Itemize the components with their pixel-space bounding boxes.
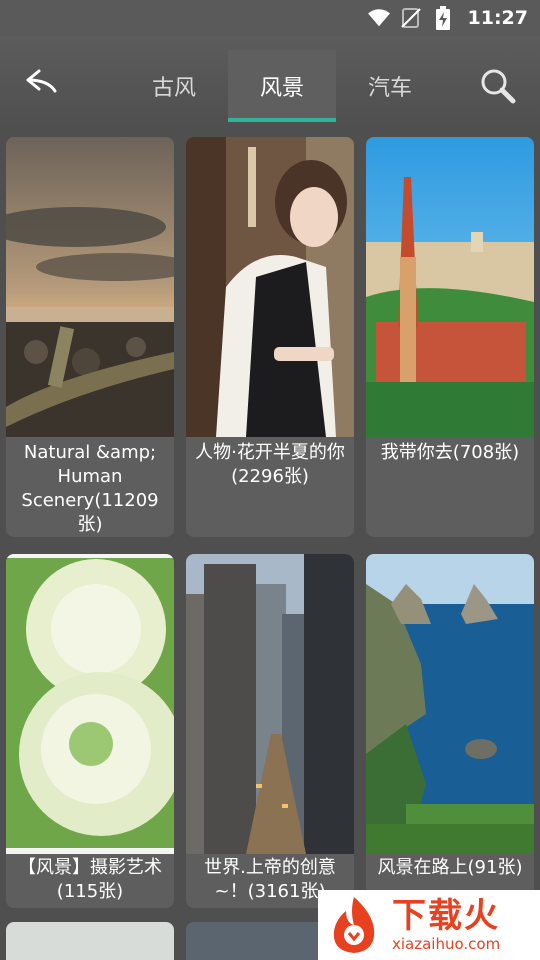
tab-gufeng[interactable]: 古风 xyxy=(120,50,228,122)
status-bar: 11:27 xyxy=(0,0,540,36)
album-caption: 人物·花开半夏的你(2296张) xyxy=(195,442,345,487)
album-caption: Natural &amp; Human Scenery(11209张) xyxy=(21,442,159,535)
tab-qiche[interactable]: 汽车 xyxy=(336,50,444,122)
album-card[interactable] xyxy=(6,922,174,960)
search-button[interactable] xyxy=(476,66,520,110)
album-card[interactable]: 风景在路上(91张) xyxy=(366,554,534,908)
back-button[interactable] xyxy=(20,66,64,102)
status-time: 11:27 xyxy=(467,7,528,29)
album-grid: Natural &amp; Human Scenery(11209张) 人物·花… xyxy=(0,128,540,960)
album-caption: 我带你去(708张) xyxy=(380,442,520,463)
tab-fengjing[interactable]: 风景 xyxy=(228,50,336,122)
album-caption: 风景在路上(91张) xyxy=(377,857,523,878)
album-card[interactable]: 世界.上帝的创意~！(3161张) xyxy=(186,554,354,908)
search-icon xyxy=(480,68,516,108)
watermark-title: 下载火 xyxy=(392,896,500,936)
site-watermark: 下载火 xiazaihuo.com xyxy=(318,890,540,960)
back-arrow-icon xyxy=(26,69,58,99)
wifi-icon xyxy=(367,7,390,29)
album-thumbnail xyxy=(6,922,174,960)
album-card[interactable]: 【风景】摄影艺术(115张) xyxy=(6,554,174,908)
album-card[interactable]: Natural &amp; Human Scenery(11209张) xyxy=(6,137,174,537)
flame-logo-icon xyxy=(333,897,375,953)
album-card[interactable]: 人物·花开半夏的你(2296张) xyxy=(186,137,354,537)
sunset-shore-photo xyxy=(6,137,174,437)
coast-cliffs-photo xyxy=(366,554,534,854)
top-bar: 古风 风景 汽车 xyxy=(0,36,540,128)
album-card[interactable]: 我带你去(708张) xyxy=(366,137,534,537)
no-signal-icon xyxy=(400,7,422,29)
watermark-url: xiazaihuo.com xyxy=(392,935,501,953)
album-caption: 【风景】摄影艺术(115张) xyxy=(18,857,162,902)
white-flowers-photo xyxy=(6,554,174,854)
city-skyscrapers-photo xyxy=(186,554,354,854)
budapest-church-photo xyxy=(366,137,534,437)
girl-portrait-photo xyxy=(186,137,354,437)
battery-charging-icon xyxy=(432,6,454,30)
